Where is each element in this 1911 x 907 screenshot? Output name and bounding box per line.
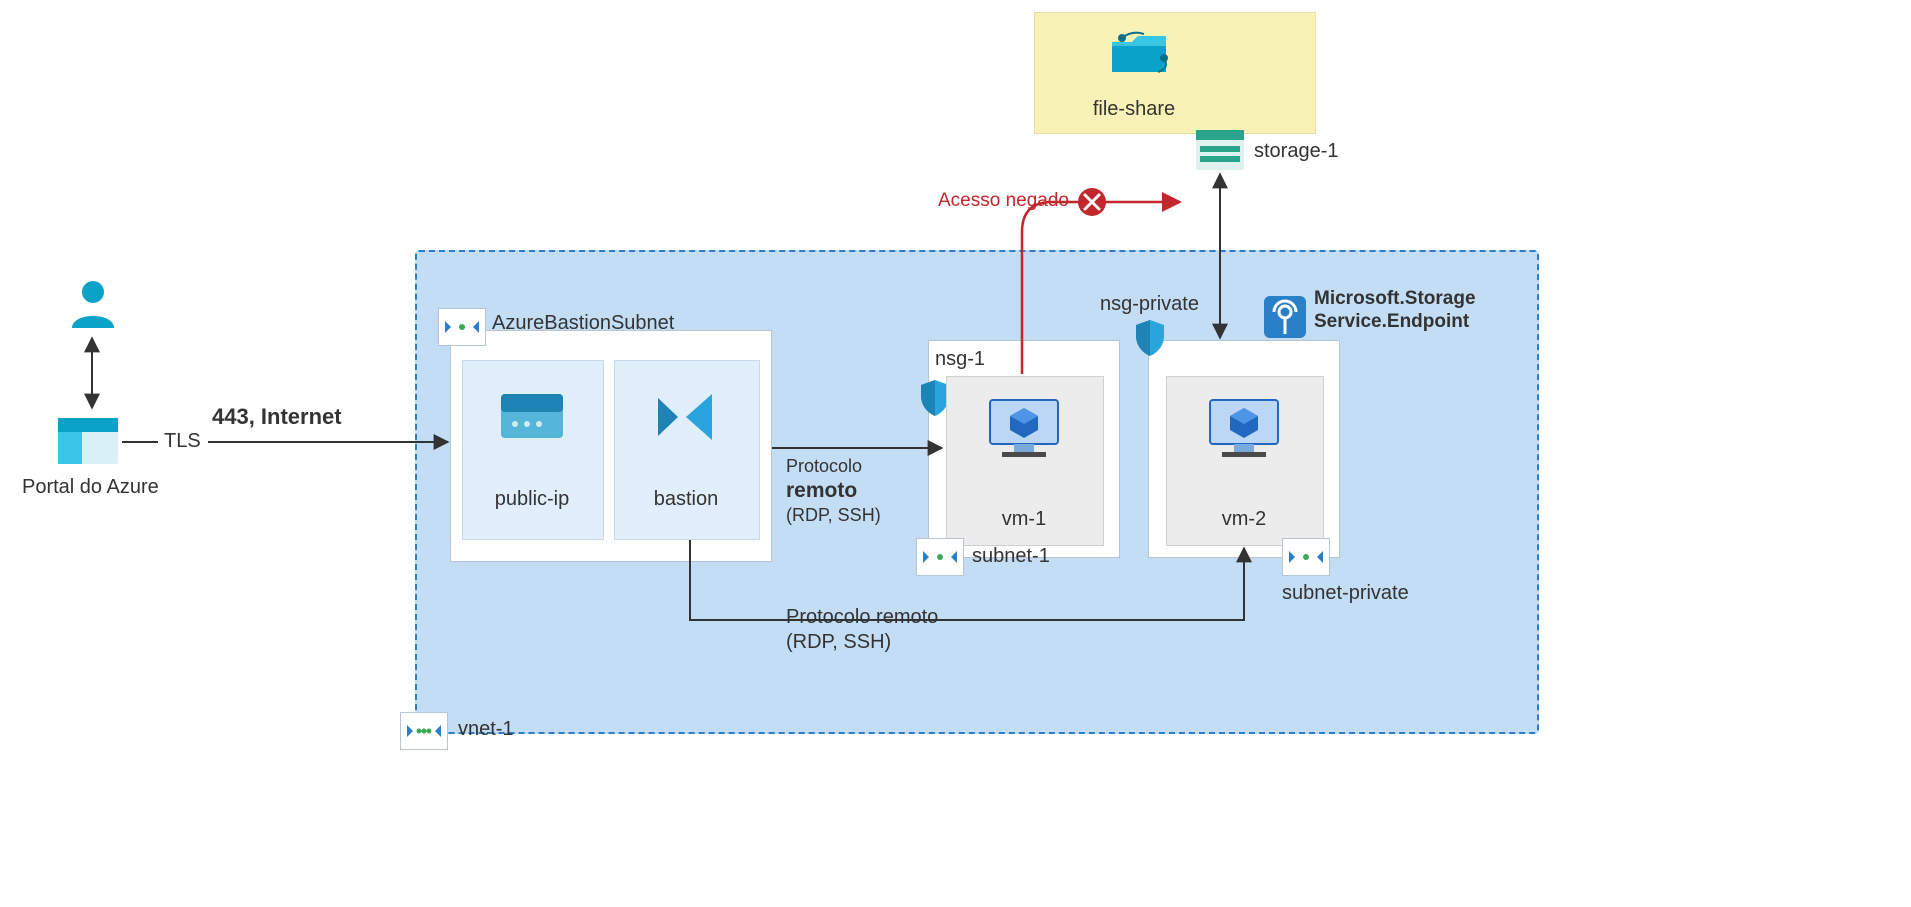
remote-proto-detail: (RDP, SSH) [786, 505, 881, 525]
remote-proto-line2-a: Protocolo remoto [786, 606, 938, 628]
remote-proto-heading: Protocolo [786, 456, 862, 476]
remote-proto-text-1: Protocolo remoto (RDP, SSH) [786, 455, 881, 526]
access-denied-label: Acesso negado [938, 190, 1069, 212]
diagram-canvas: vnet-1 AzureBastionSubnet public-ip bast… [0, 0, 1911, 907]
remote-proto-line2-b: (RDP, SSH) [786, 631, 891, 653]
remote-proto-bold: remoto [786, 479, 857, 502]
remote-proto-text-2: Protocolo remoto (RDP, SSH) [786, 605, 938, 655]
connectors [0, 0, 1911, 907]
